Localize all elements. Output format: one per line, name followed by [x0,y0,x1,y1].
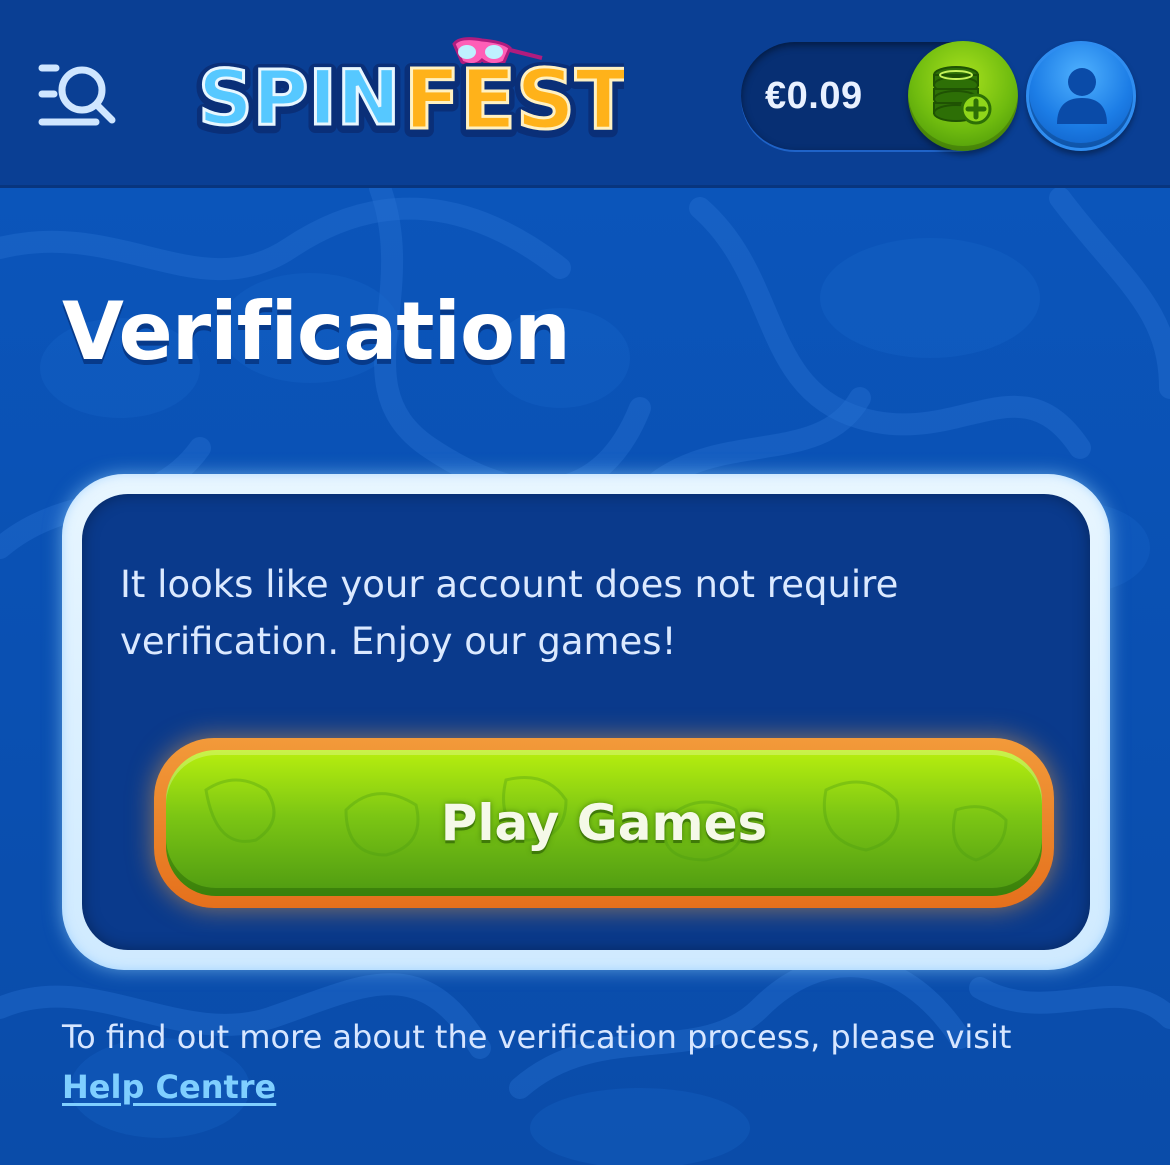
help-centre-link[interactable]: Help Centre [62,1068,276,1106]
page-title: Verification [62,285,571,378]
top-header: SPIN SPIN FEST FEST €0.09 [0,0,1170,188]
balance-amount: €0.09 [765,75,863,117]
play-games-label: Play Games [440,794,768,852]
user-icon [1057,68,1107,124]
help-text-body: To find out more about the verification … [62,1018,1012,1056]
play-games-button[interactable]: Play Games [154,738,1054,908]
logo-spin-text: SPIN [198,53,400,142]
menu-search-icon[interactable] [38,60,120,130]
profile-button[interactable] [1026,41,1136,151]
play-games-button-face: Play Games [166,750,1042,896]
verification-card: It looks like your account does not requ… [62,474,1110,970]
verification-message: It looks like your account does not requ… [120,563,899,663]
deposit-button[interactable] [908,41,1018,151]
coins-plus-icon [933,66,992,125]
verification-card-body: It looks like your account does not requ… [82,494,1090,950]
logo-fest-text: FEST [404,53,624,144]
spinfest-logo[interactable]: SPIN SPIN FEST FEST [191,34,638,157]
help-text: To find out more about the verification … [62,1012,1122,1112]
